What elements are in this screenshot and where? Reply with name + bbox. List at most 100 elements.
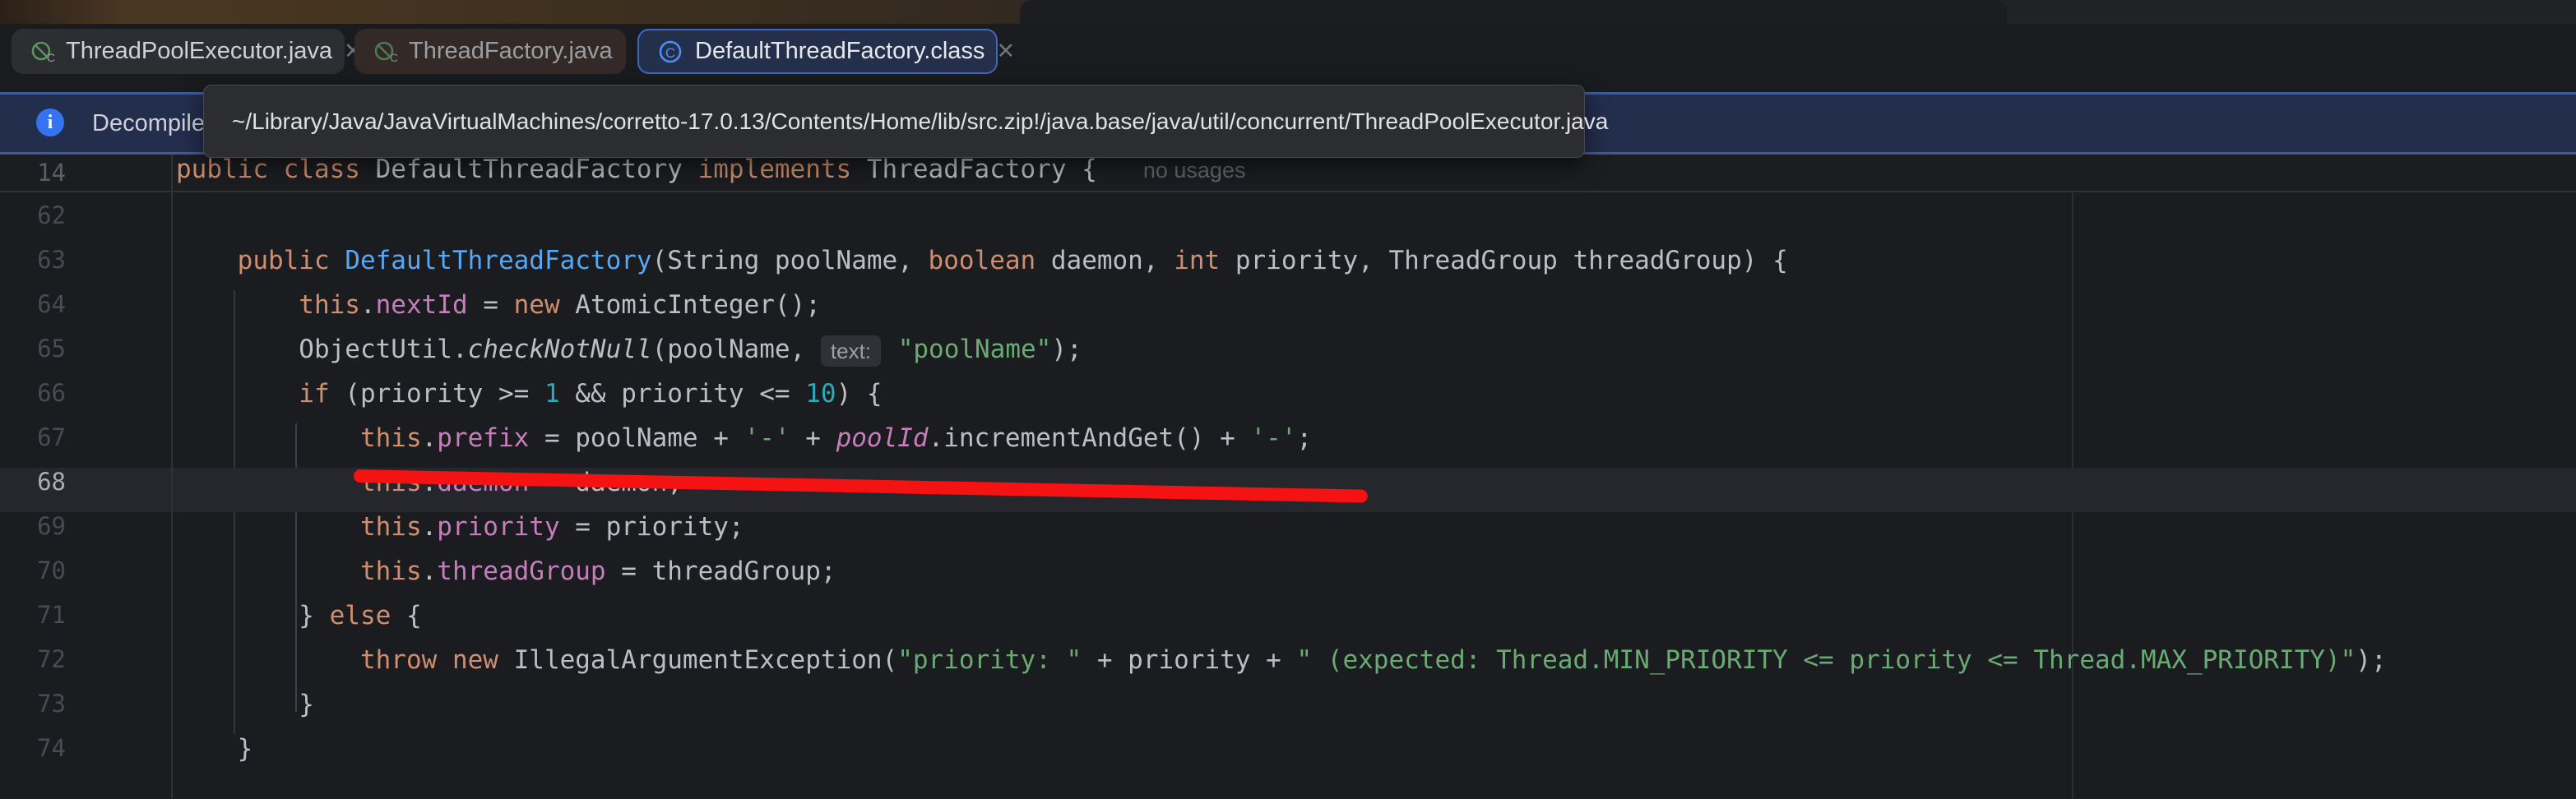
code-token: (poolName,: [652, 335, 821, 364]
code-token: [437, 645, 452, 675]
tab-label: ThreadFactory.java: [409, 38, 613, 65]
code-token: '-': [744, 423, 790, 453]
code-text: }: [176, 690, 314, 734]
code-token: ObjectUtil.: [176, 335, 468, 364]
gutter-line-number[interactable]: 67: [0, 423, 66, 468]
code-token: ThreadFactory {: [867, 155, 1097, 184]
code-text: } else {: [176, 601, 422, 645]
code-token: int: [1174, 246, 1220, 275]
file-path-tooltip: ~/Library/Java/JavaVirtualMachines/corre…: [203, 85, 1585, 158]
code-token: = threadGroup;: [606, 557, 836, 586]
gutter-line-number[interactable]: 74: [0, 734, 66, 778]
code-token: threadGroup: [437, 557, 605, 586]
java-class-icon: C: [30, 39, 54, 64]
code-text: this.prefix = poolName + '-' + poolId.in…: [176, 423, 1312, 468]
code-token: else: [330, 601, 391, 630]
gutter-line-number[interactable]: 72: [0, 645, 66, 690]
background-window-bar: [1020, 0, 2007, 24]
code-token: if: [176, 379, 330, 409]
code-token: "poolName": [898, 335, 1052, 364]
sticky-code: public class DefaultThreadFactory implem…: [176, 155, 1245, 191]
gutter-line-number[interactable]: 73: [0, 690, 66, 734]
gutter-line-number[interactable]: 68: [0, 468, 66, 512]
ide-window: C ThreadPoolExecutor.java ✕ C ThreadFact…: [0, 0, 2576, 799]
code-token: "priority: ": [897, 645, 1082, 675]
code-token: .: [422, 512, 438, 542]
code-text: this.priority = priority;: [176, 512, 744, 557]
code-text: ObjectUtil.checkNotNull(poolName, text: …: [176, 335, 1082, 379]
code-token: = poolName +: [529, 423, 744, 453]
code-token: this: [176, 423, 422, 453]
gutter-line-number[interactable]: 71: [0, 601, 66, 645]
gutter-line-number[interactable]: 62: [0, 201, 66, 246]
code-token: .incrementAndGet() +: [929, 423, 1251, 453]
code-line[interactable]: 73 }: [0, 690, 2576, 734]
code-token: 10: [805, 379, 836, 409]
code-token: '-': [1251, 423, 1297, 453]
code-line[interactable]: 72 throw new IllegalArgumentException("p…: [0, 645, 2576, 690]
gutter-line-number[interactable]: 69: [0, 512, 66, 557]
code-token: public class: [176, 155, 376, 184]
code-token: }: [176, 601, 330, 630]
code-token: .: [360, 290, 376, 320]
code-token: daemon,: [1035, 246, 1174, 275]
code-token: ;: [1297, 423, 1313, 453]
gutter-line-number[interactable]: 70: [0, 557, 66, 601]
code-token: IllegalArgumentException(: [498, 645, 897, 675]
code-token: =: [468, 290, 514, 320]
code-token: boolean: [929, 246, 1036, 275]
code-token: prefix: [437, 423, 529, 453]
code-line[interactable]: 71 } else {: [0, 601, 2576, 645]
code-text: public DefaultThreadFactory(String poolN…: [176, 246, 1788, 290]
code-text: }: [176, 734, 253, 778]
code-token: + priority +: [1082, 645, 1296, 675]
code-token: priority: [437, 512, 559, 542]
code-token: public: [176, 246, 345, 275]
code-token: DefaultThreadFactory: [376, 155, 698, 184]
code-line[interactable]: 64 this.nextId = new AtomicInteger();: [0, 290, 2576, 335]
code-token: = priority;: [560, 512, 744, 542]
tab-threadfactory-java[interactable]: C ThreadFactory.java: [354, 29, 626, 74]
clipped-code-fragment: }: [176, 192, 423, 206]
code-token: AtomicInteger();: [560, 290, 821, 320]
code-line[interactable]: 67 this.prefix = poolName + '-' + poolId…: [0, 423, 2576, 468]
code-line[interactable]: 65 ObjectUtil.checkNotNull(poolName, tex…: [0, 335, 2576, 379]
tab-defaultthreadfactory-class[interactable]: C DefaultThreadFactory.class ✕: [637, 29, 998, 74]
gutter-line-number[interactable]: 64: [0, 290, 66, 335]
code-token: );: [1051, 335, 1082, 364]
desktop-background-strip: [0, 0, 2576, 24]
code-token: this: [176, 512, 422, 542]
code-line[interactable]: 69 this.priority = priority;: [0, 512, 2576, 557]
code-token: ) {: [836, 379, 883, 409]
code-token: {: [391, 601, 421, 630]
gutter-line-number[interactable]: 66: [0, 379, 66, 423]
code-line[interactable]: 66 if (priority >= 1 && priority <= 10) …: [0, 379, 2576, 423]
code-token: && priority <=: [560, 379, 806, 409]
code-token: nextId: [376, 290, 468, 320]
code-token: );: [2356, 645, 2386, 675]
tab-threadpoolexecutor-java[interactable]: C ThreadPoolExecutor.java ✕: [12, 29, 345, 74]
close-icon[interactable]: ✕: [996, 40, 1015, 62]
code-token: .: [422, 557, 438, 586]
info-icon: i: [36, 109, 64, 136]
compiled-class-icon: C: [657, 39, 683, 65]
sticky-header-line[interactable]: 14 public class DefaultThreadFactory imp…: [0, 155, 2576, 192]
code-text: if (priority >= 1 && priority <= 10) {: [176, 379, 883, 423]
code-line[interactable]: 63 public DefaultThreadFactory(String po…: [0, 246, 2576, 290]
code-token: checkNotNull: [468, 335, 652, 364]
code-line[interactable]: 70 this.threadGroup = threadGroup;: [0, 557, 2576, 601]
code-token: " (expected: Thread.MIN_PRIORITY <= prio…: [1296, 645, 2356, 675]
code-token: poolId: [836, 423, 929, 453]
gutter-line-number[interactable]: 14: [0, 155, 66, 199]
code-line[interactable]: 74 }: [0, 734, 2576, 778]
gutter-line-number[interactable]: 65: [0, 335, 66, 379]
tab-label: DefaultThreadFactory.class: [695, 38, 985, 65]
svg-text:C: C: [47, 51, 54, 64]
code-line[interactable]: 62: [0, 201, 2576, 246]
code-token: new: [452, 645, 498, 675]
gutter-separator: [171, 155, 173, 799]
code-text: this.threadGroup = threadGroup;: [176, 557, 836, 601]
gutter-line-number[interactable]: 63: [0, 246, 66, 290]
code-token: new: [514, 290, 560, 320]
code-token: text:: [821, 335, 881, 367]
